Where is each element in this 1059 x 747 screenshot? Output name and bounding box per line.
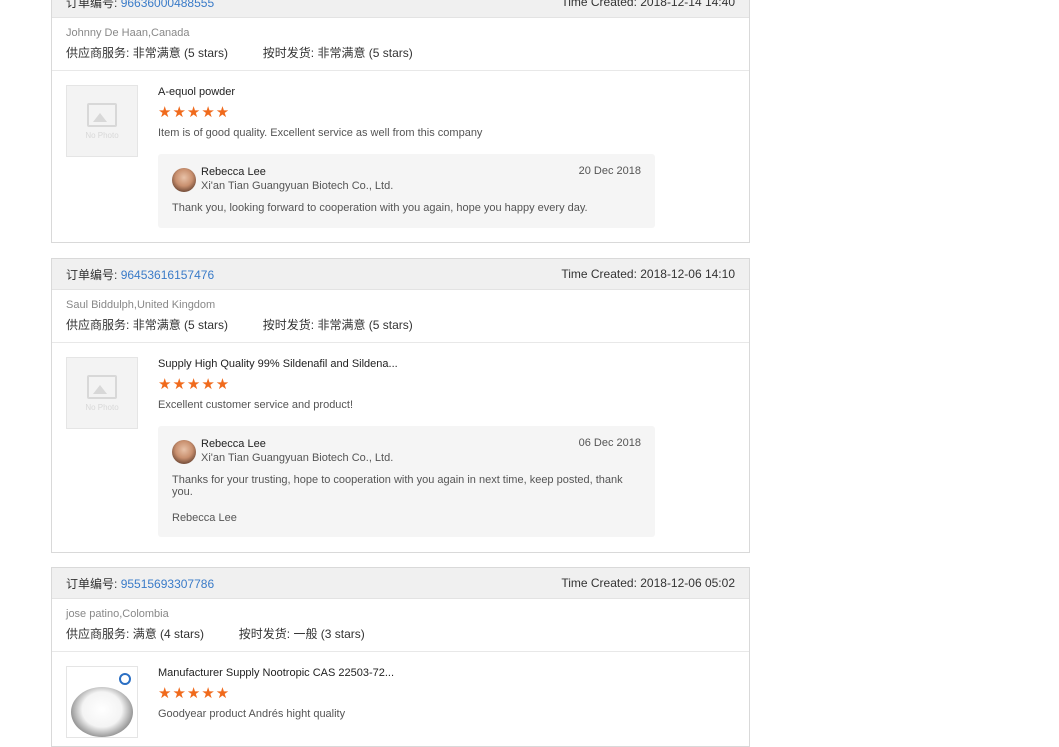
- product-title-link[interactable]: A-equol powder: [158, 85, 735, 99]
- reply-author: Rebecca Lee: [201, 438, 266, 450]
- order-header: 订单编号: 95515693307786 Time Created: 2018-…: [52, 568, 749, 599]
- star-rating: ★★★★★: [158, 685, 231, 702]
- on-time-value: 非常满意: [317, 46, 366, 60]
- star-rating: ★★★★★: [158, 104, 231, 121]
- reply-signature: Rebecca Lee: [172, 512, 237, 524]
- order-header: 订单编号: 96636000488555 Time Created: 2018-…: [52, 0, 749, 18]
- reply-date: 06 Dec 2018: [578, 437, 641, 449]
- ratings-row: 供应商服务: 非常满意 (5 stars) 按时发货: 非常满意 (5 star…: [66, 317, 735, 333]
- order-header: 订单编号: 96453616157476 Time Created: 2018-…: [52, 259, 749, 290]
- product-review: No Photo A-equol powder ★★★★★ Item is of…: [52, 71, 749, 228]
- review-text: Item is of good quality. Excellent servi…: [158, 127, 483, 139]
- supplier-service-label: 供应商服务:: [66, 318, 130, 332]
- seller-reply: Rebecca Lee Xi'an Tian Guangyuan Biotech…: [158, 154, 655, 228]
- on-time-value: 非常满意: [317, 318, 366, 332]
- buyer-info: Johnny De Haan,Canada 供应商服务: 非常满意 (5 sta…: [52, 18, 749, 71]
- reply-text: Thanks for your trusting, hope to cooper…: [172, 474, 623, 498]
- star-rating: ★★★★★: [158, 376, 231, 393]
- on-time-stars: (5 stars): [368, 46, 413, 60]
- review-card: 订单编号: 96453616157476 Time Created: 2018-…: [51, 258, 750, 553]
- brand-logo-icon: [119, 673, 131, 685]
- buyer-name: jose patino,Colombia: [66, 608, 169, 620]
- buyer-info: Saul Biddulph,United Kingdom 供应商服务: 非常满意…: [52, 290, 749, 343]
- order-label: 订单编号:: [66, 267, 118, 282]
- image-placeholder-icon: [87, 374, 117, 399]
- time-created: Time Created: 2018-12-06 05:02: [561, 576, 735, 590]
- order-id-link[interactable]: 96636000488555: [121, 0, 214, 10]
- time-created: Time Created: 2018-12-06 14:10: [561, 267, 735, 281]
- product-thumbnail[interactable]: No Photo: [66, 85, 138, 157]
- product-review: No Photo Supply High Quality 99% Sildena…: [52, 343, 749, 537]
- on-time-label: 按时发货:: [238, 627, 291, 641]
- product-review: Manufacturer Supply Nootropic CAS 22503-…: [52, 652, 749, 738]
- supplier-service-stars: (4 stars): [160, 627, 205, 641]
- product-thumbnail[interactable]: [66, 666, 138, 738]
- on-time-value: 一般: [293, 627, 318, 641]
- on-time-label: 按时发货:: [262, 318, 315, 332]
- supplier-service-stars: (5 stars): [184, 318, 229, 332]
- no-photo-text: No Photo: [85, 130, 119, 140]
- product-title-link[interactable]: Supply High Quality 99% Sildenafil and S…: [158, 357, 735, 371]
- powder-bowl-image: [71, 687, 133, 737]
- on-time-label: 按时发货:: [262, 46, 315, 60]
- ratings-row: 供应商服务: 非常满意 (5 stars) 按时发货: 非常满意 (5 star…: [66, 45, 735, 61]
- order-label: 订单编号:: [66, 0, 118, 10]
- buyer-info: jose patino,Colombia 供应商服务: 满意 (4 stars)…: [52, 599, 749, 652]
- on-time-stars: (5 stars): [368, 318, 413, 332]
- reply-text: Thank you, looking forward to cooperatio…: [172, 202, 588, 214]
- review-card: 订单编号: 96636000488555 Time Created: 2018-…: [51, 0, 750, 243]
- review-card: 订单编号: 95515693307786 Time Created: 2018-…: [51, 567, 750, 747]
- product-thumbnail[interactable]: No Photo: [66, 357, 138, 429]
- reply-author: Rebecca Lee: [201, 166, 266, 178]
- reply-company: Xi'an Tian Guangyuan Biotech Co., Ltd.: [201, 452, 394, 464]
- supplier-service-stars: (5 stars): [184, 46, 229, 60]
- supplier-service-value: 非常满意: [132, 46, 181, 60]
- avatar: [172, 440, 196, 464]
- review-text: Excellent customer service and product!: [158, 399, 354, 411]
- supplier-service-value: 非常满意: [132, 318, 181, 332]
- order-label: 订单编号:: [66, 576, 118, 591]
- product-title-link[interactable]: Manufacturer Supply Nootropic CAS 22503-…: [158, 666, 735, 680]
- time-created: Time Created: 2018-12-14 14:40: [561, 0, 735, 9]
- reply-date: 20 Dec 2018: [578, 165, 641, 177]
- buyer-name: Saul Biddulph,United Kingdom: [66, 299, 216, 311]
- order-id-link[interactable]: 96453616157476: [121, 268, 214, 282]
- supplier-service-value: 满意: [132, 627, 157, 641]
- no-photo-text: No Photo: [85, 402, 119, 412]
- on-time-stars: (3 stars): [320, 627, 365, 641]
- buyer-name: Johnny De Haan,Canada: [66, 27, 190, 39]
- review-text: Goodyear product Andrés hight quality: [158, 708, 346, 720]
- image-placeholder-icon: [87, 102, 117, 127]
- supplier-service-label: 供应商服务:: [66, 627, 130, 641]
- reply-company: Xi'an Tian Guangyuan Biotech Co., Ltd.: [201, 180, 394, 192]
- order-id-link[interactable]: 95515693307786: [121, 577, 214, 591]
- avatar: [172, 168, 196, 192]
- seller-reply: Rebecca Lee Xi'an Tian Guangyuan Biotech…: [158, 426, 655, 537]
- ratings-row: 供应商服务: 满意 (4 stars) 按时发货: 一般 (3 stars): [66, 626, 735, 642]
- supplier-service-label: 供应商服务:: [66, 46, 130, 60]
